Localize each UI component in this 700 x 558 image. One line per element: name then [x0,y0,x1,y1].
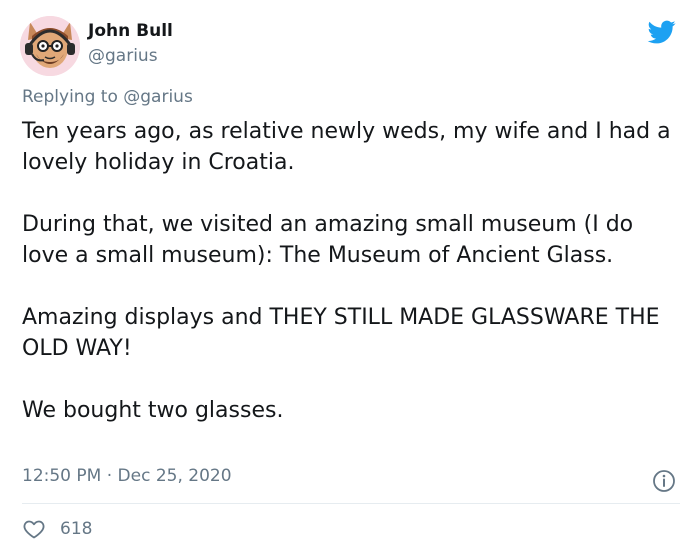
tweet-time: 12:50 PM [22,466,102,486]
avatar-illustration [20,16,80,76]
tweet-paragraph: Amazing displays and THEY STILL MADE GLA… [22,305,660,361]
tweet-date: Dec 25, 2020 [117,466,232,486]
info-icon[interactable] [652,469,676,493]
like-count: 618 [60,519,93,539]
reply-prefix: Replying to [22,87,118,107]
author-handle[interactable]: @garius [88,46,158,66]
tweet-paragraph: During that, we visited an amazing small… [22,212,634,268]
tweet-paragraph: Ten years ago, as relative newly weds, m… [22,119,671,175]
meta-separator: · [106,466,113,486]
reply-context: Replying to @garius [22,87,193,107]
tweet-paragraph: We bought two glasses. [22,398,284,423]
tweet-timestamp[interactable]: 12:50 PM · Dec 25, 2020 [22,466,232,486]
author-name[interactable]: John Bull [88,21,173,41]
twitter-bird-icon[interactable] [646,18,678,46]
tweet-text: Ten years ago, as relative newly weds, m… [22,116,682,426]
heart-icon [23,520,45,539]
divider [22,503,680,504]
reply-mention-link[interactable]: @garius [123,87,193,107]
avatar[interactable] [20,16,80,76]
like-button[interactable]: 618 [22,517,92,541]
